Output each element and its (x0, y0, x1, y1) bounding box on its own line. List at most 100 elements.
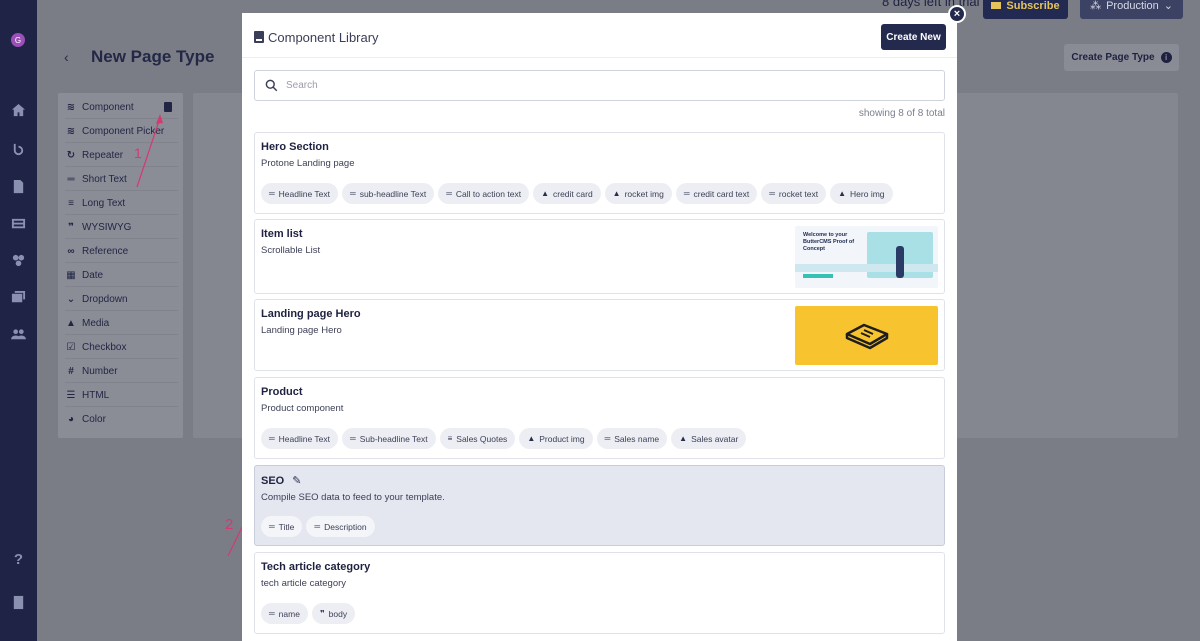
field-type-html[interactable]: ☰ HTML (65, 384, 178, 407)
docs-icon[interactable] (10, 594, 27, 611)
field-type-wysiwyg[interactable]: ❞ WYSIWYG (65, 216, 178, 239)
field-type-date[interactable]: ▦ Date (65, 264, 178, 287)
image-icon: ▲ (541, 189, 549, 198)
field-type-label: Checkbox (82, 341, 127, 353)
component-card-seo[interactable]: SEO ✎ Compile SEO data to feed to your t… (254, 465, 945, 546)
credit-card-icon (991, 2, 1002, 9)
field-chip-row: ═ name ❞ body (261, 603, 356, 624)
field-type-media[interactable]: ▲ Media (65, 312, 178, 335)
close-modal-button[interactable]: × (948, 5, 966, 23)
text-icon: ═ (350, 434, 356, 443)
component-card-tech-article-category[interactable]: Tech article category tech article categ… (254, 552, 945, 634)
quote-icon: ❞ (68, 221, 74, 233)
field-chip: ▲ Hero img (830, 183, 893, 204)
chevron-down-icon: ⌄ (66, 293, 76, 305)
chevron-down-icon: ⌄ (1163, 0, 1173, 12)
book-icon (254, 31, 264, 43)
info-icon[interactable]: i (1160, 52, 1172, 63)
field-chip: ═ Headline Text (261, 183, 339, 204)
field-chip: ═ Title (261, 516, 303, 537)
chip-label: Sales avatar (691, 433, 739, 444)
account-avatar[interactable]: G (11, 33, 25, 47)
field-type-component-picker[interactable]: ≋ Component Picker (65, 120, 178, 143)
field-type-label: Long Text (82, 197, 126, 209)
components-icon[interactable] (10, 252, 27, 269)
field-type-label: Dropdown (82, 293, 128, 305)
create-page-type-label: Create Page Type (1071, 52, 1155, 63)
field-type-label: Number (82, 365, 118, 377)
environment-dropdown[interactable]: ⁂ Production ⌄ (1080, 0, 1183, 19)
text-icon: ═ (269, 434, 275, 443)
pages-icon[interactable] (10, 178, 27, 195)
environment-icon: ⁂ (1090, 0, 1102, 12)
search-icon (265, 79, 278, 92)
media-library-icon[interactable] (10, 289, 27, 306)
blog-icon[interactable] (10, 141, 27, 158)
users-icon[interactable] (10, 326, 27, 343)
field-chip-row: ═ Headline Text ═ sub-headline Text ═ Call … (261, 183, 893, 204)
chip-label: Call to action text (455, 188, 522, 199)
trial-status-text: 8 days left in trial (882, 0, 980, 9)
home-icon[interactable] (10, 102, 27, 119)
field-type-checkbox[interactable]: ☑ Checkbox (65, 336, 178, 359)
field-chip: ≡ Sales Quotes (439, 428, 516, 449)
field-type-short-text[interactable]: ═ Short Text (65, 168, 178, 191)
field-type-dropdown[interactable]: ⌄ Dropdown (65, 288, 178, 311)
chip-label: name (278, 608, 300, 619)
component-card-landing-page-hero[interactable]: Landing page Hero Landing page Hero (254, 299, 945, 371)
environment-label: Production (1106, 0, 1159, 12)
field-type-label: HTML (82, 389, 110, 401)
field-chip: ▲ Sales avatar (671, 428, 747, 449)
link-icon: ∞ (67, 245, 75, 257)
chip-label: rocket img (624, 188, 664, 199)
text-icon: ═ (350, 189, 356, 198)
chip-label: credit card (552, 188, 593, 199)
field-type-repeater[interactable]: ↻ Repeater (65, 144, 178, 167)
field-chip: ═ rocket text (761, 183, 827, 204)
component-card-item-list[interactable]: Item list Scrollable List Welcome to you… (254, 219, 945, 294)
butter-logo-icon (845, 323, 888, 349)
component-description: tech article category (261, 578, 347, 589)
image-icon: ▲ (679, 434, 688, 443)
field-type-component[interactable]: ≋ Component (65, 96, 178, 119)
field-type-label: Reference (82, 245, 129, 257)
component-library-modal: Component Library Create New showing 8 o… (242, 13, 957, 641)
help-icon[interactable]: ? (10, 551, 27, 568)
thumbnail-band (795, 264, 938, 272)
component-library-icon[interactable] (164, 102, 172, 112)
text-icon: ═ (683, 189, 690, 198)
field-chip: ═ sub-headline Text (342, 183, 435, 204)
back-chevron-icon[interactable]: ‹ (64, 49, 69, 65)
create-new-button[interactable]: Create New (881, 24, 946, 50)
component-description: Landing page Hero (261, 325, 342, 336)
long-text-icon: ≡ (68, 197, 74, 209)
chip-label: Hero img (850, 188, 885, 199)
search-field[interactable] (254, 70, 945, 101)
chip-label: credit card text (693, 188, 750, 199)
field-type-long-text[interactable]: ≡ Long Text (65, 192, 178, 215)
subscribe-label: Subscribe (1006, 0, 1060, 12)
field-type-label: Date (82, 269, 104, 281)
field-type-color[interactable]: ◕ Color (65, 408, 178, 431)
field-chip: ═ Sub-headline Text (342, 428, 436, 449)
chip-label: sub-headline Text (359, 188, 427, 199)
image-icon: ▲ (838, 189, 847, 198)
component-card-product[interactable]: Product Product component ═ Headline Text… (254, 377, 945, 459)
search-input[interactable] (286, 80, 944, 91)
field-type-reference[interactable]: ∞ Reference (65, 240, 178, 263)
field-type-number[interactable]: # Number (65, 360, 178, 383)
field-chip: ═ Headline Text (261, 428, 339, 449)
field-chip-row: ═ Title ═ Description (261, 516, 375, 537)
pencil-edit-icon[interactable]: ✎ (292, 474, 301, 487)
field-type-label: Media (82, 317, 110, 329)
image-icon: ▲ (612, 189, 621, 198)
subscribe-button[interactable]: Subscribe (983, 0, 1068, 19)
component-name: Product (261, 386, 303, 398)
component-card-hero-section[interactable]: Hero Section Protone Landing page ═ Headl… (254, 132, 945, 214)
create-page-type-button[interactable]: Create Page Type i (1064, 44, 1179, 71)
component-icon: ≋ (66, 101, 76, 113)
chip-label: Sales name (614, 433, 660, 444)
field-type-label: Component (82, 101, 134, 113)
calendar-icon: ▦ (66, 269, 76, 281)
collections-icon[interactable] (10, 215, 27, 232)
